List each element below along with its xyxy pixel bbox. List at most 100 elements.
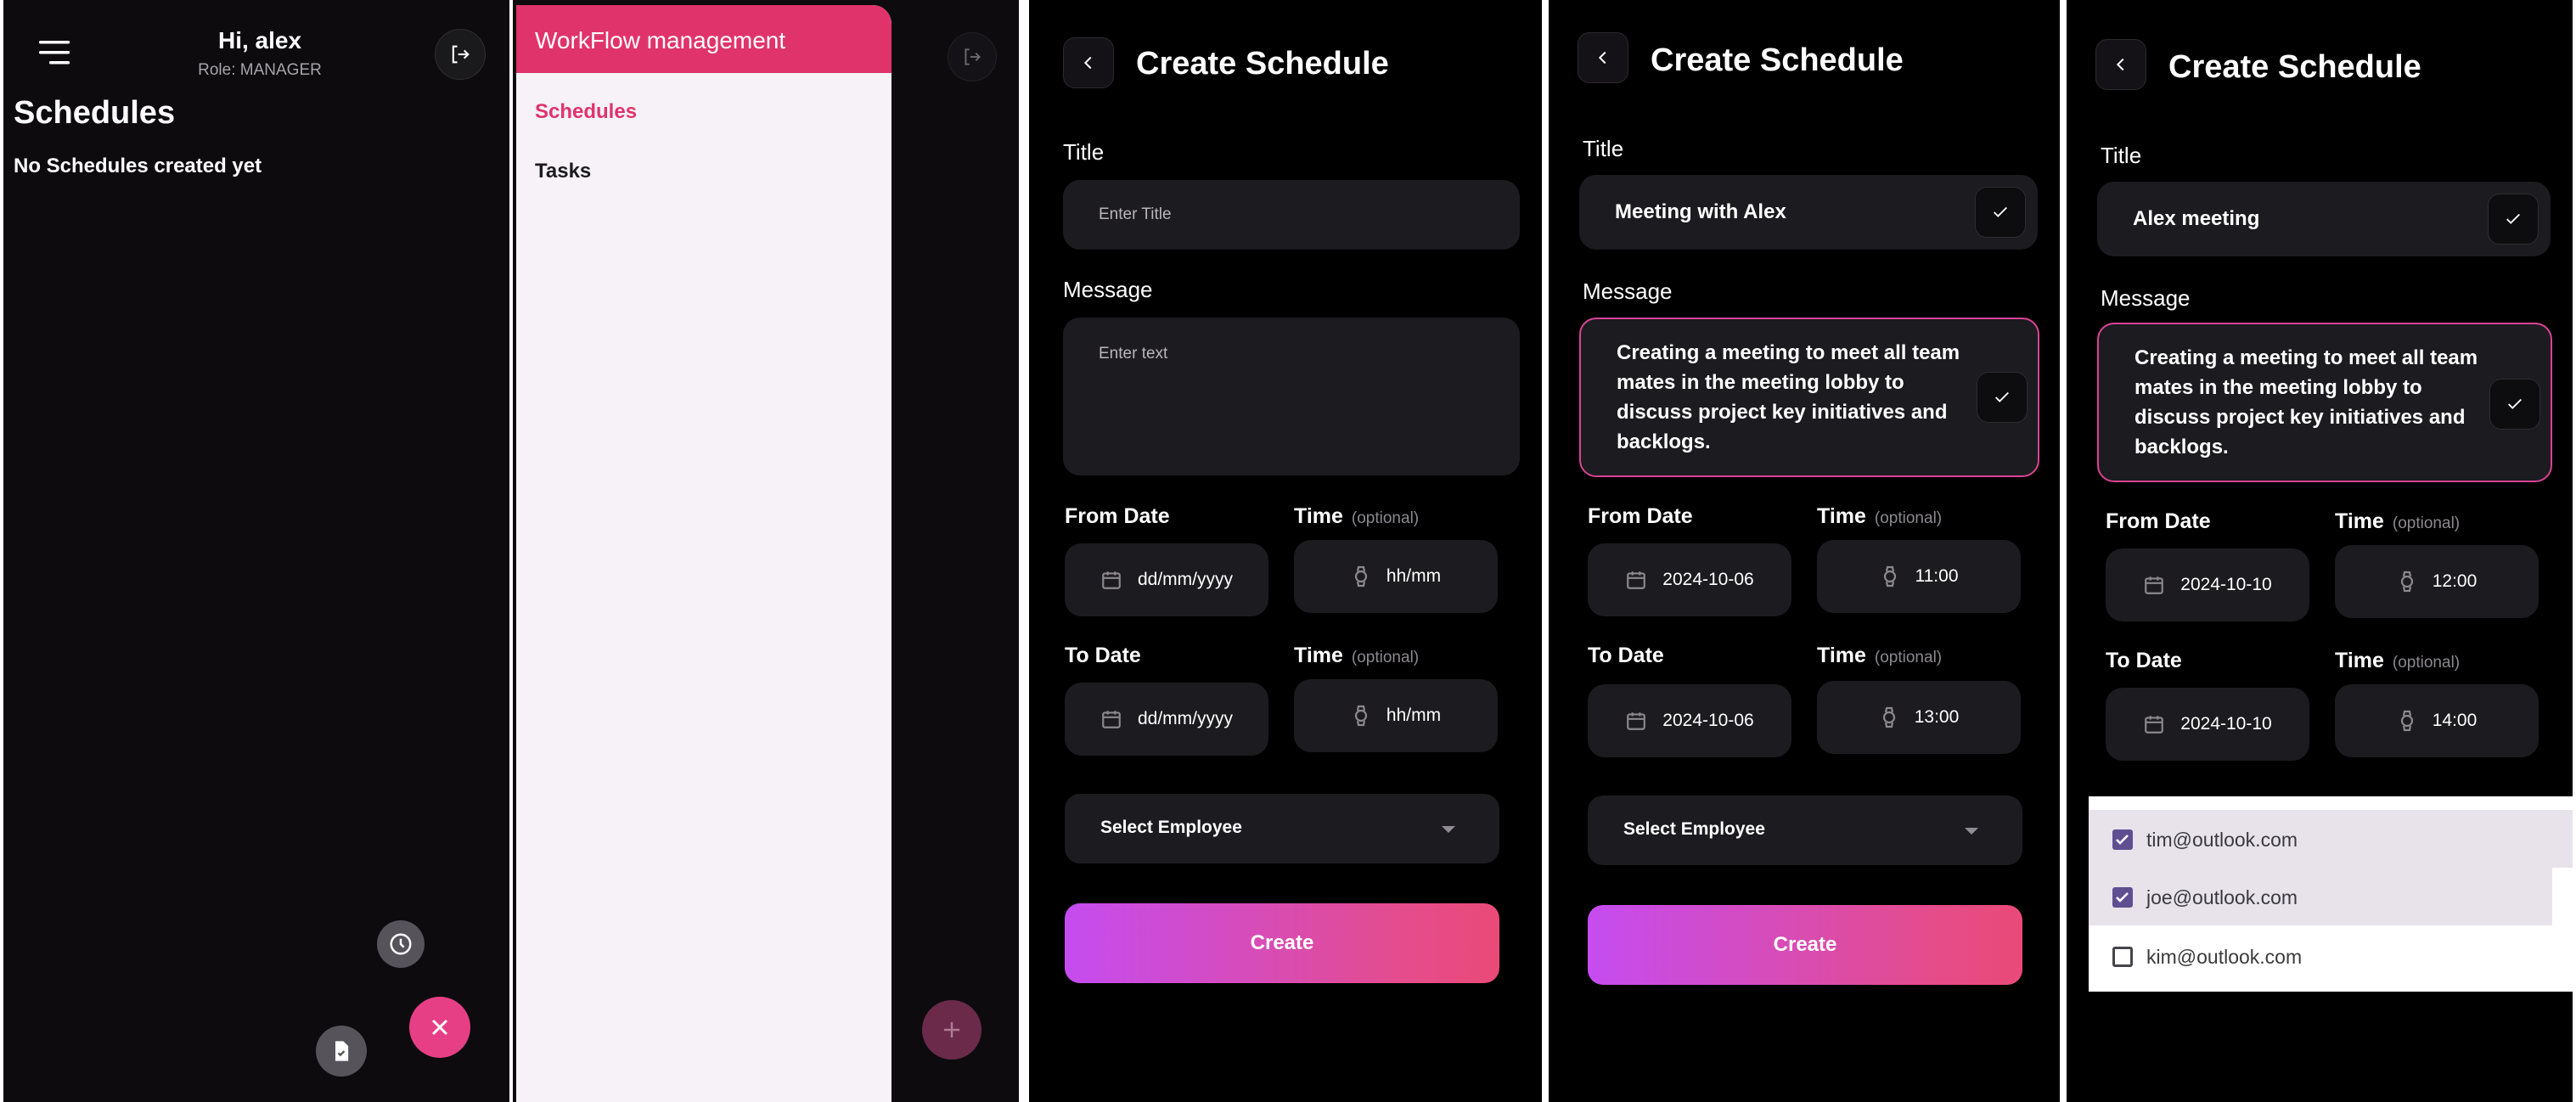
- back-button[interactable]: [2095, 39, 2146, 90]
- from-time-value: 12:00: [2432, 571, 2478, 591]
- optional-hint: (optional): [2392, 514, 2461, 532]
- dropdown-arrow-icon: [1965, 828, 1978, 835]
- confirm-message-button[interactable]: [2489, 379, 2540, 430]
- to-date-picker[interactable]: 2024-10-06: [1588, 684, 1791, 757]
- task-fab[interactable]: [316, 1026, 367, 1077]
- from-date-value: 2024-10-06: [1662, 570, 1754, 589]
- from-time-picker[interactable]: hh/mm: [1294, 540, 1498, 613]
- page-title: Create Schedule: [1651, 42, 1904, 78]
- select-employee-dropdown[interactable]: Select Employee: [1065, 794, 1499, 863]
- create-button[interactable]: Create: [1065, 903, 1499, 983]
- confirm-title-button[interactable]: [1975, 187, 2026, 238]
- title-input[interactable]: Meeting with Alex: [1579, 175, 2038, 250]
- employee-option[interactable]: tim@outlook.com: [2089, 810, 2573, 868]
- checkbox-checked-icon[interactable]: [2112, 887, 2133, 908]
- to-time-picker[interactable]: 13:00: [1817, 681, 2021, 754]
- calendar-icon: [2145, 716, 2164, 734]
- watch-icon: [2400, 710, 2413, 732]
- drawer-screen: WorkFlow management Schedules Tasks: [513, 0, 1022, 1102]
- back-button[interactable]: [1578, 32, 1628, 83]
- logout-button[interactable]: [435, 29, 486, 80]
- employee-option[interactable]: kim@outlook.com: [2089, 927, 2573, 985]
- to-time-picker[interactable]: 14:00: [2335, 684, 2539, 757]
- to-date-picker[interactable]: dd/mm/yyyy: [1065, 683, 1268, 756]
- to-date-label: To Date: [1065, 644, 1141, 667]
- message-input[interactable]: Creating a meeting to meet all team mate…: [2097, 323, 2552, 482]
- to-time-value: 14:00: [2432, 711, 2478, 730]
- from-time-label: Time (optional): [1294, 504, 1419, 529]
- title-value: Alex meeting: [2133, 207, 2260, 230]
- to-time-label: Time (optional): [1817, 644, 1942, 668]
- from-time-picker[interactable]: 12:00: [2335, 545, 2539, 618]
- checkbox-unchecked-icon[interactable]: [2112, 947, 2133, 967]
- to-date-label: To Date: [2106, 649, 2182, 672]
- from-date-picker[interactable]: dd/mm/yyyy: [1065, 543, 1268, 616]
- from-date-label: From Date: [2106, 509, 2211, 533]
- calendar-icon: [1627, 571, 1646, 589]
- from-time-value: 11:00: [1915, 566, 1959, 586]
- from-time-label: Time (optional): [2335, 509, 2460, 534]
- from-time-label: Time (optional): [1817, 504, 1942, 529]
- select-employee-label: Select Employee: [1623, 819, 1765, 839]
- optional-hint: (optional): [1351, 649, 1420, 666]
- schedule-fab[interactable]: [377, 920, 425, 968]
- from-date-label: From Date: [1065, 504, 1170, 528]
- to-date-value: 2024-10-10: [2180, 714, 2272, 734]
- title-label: Title: [1583, 136, 1624, 161]
- watch-icon: [1354, 705, 1368, 727]
- drawer-item-tasks[interactable]: Tasks: [535, 160, 591, 183]
- to-time-label: Time (optional): [1294, 644, 1419, 668]
- logout-icon: [965, 48, 981, 65]
- title-label: Title: [1063, 139, 1105, 165]
- chevron-left-icon: [2116, 58, 2124, 71]
- create-schedule-empty: Create Schedule Title Enter Title Messag…: [1026, 0, 1545, 1102]
- message-value: Creating a meeting to meet all team mate…: [2134, 346, 2478, 458]
- from-date-picker[interactable]: 2024-10-06: [1588, 543, 1791, 616]
- calendar-icon: [1627, 712, 1646, 730]
- to-time-picker[interactable]: hh/mm: [1294, 679, 1498, 752]
- from-date-label: From Date: [1588, 504, 1693, 528]
- from-date-value: 2024-10-10: [2180, 575, 2272, 594]
- create-schedule-filled: Create Schedule Title Meeting with Alex …: [1545, 0, 2063, 1102]
- checkbox-checked-icon[interactable]: [2112, 829, 2133, 850]
- employee-option[interactable]: joe@outlook.com: [2089, 868, 2552, 925]
- employee-dropdown-menu: tim@outlook.com joe@outlook.com kim@outl…: [2089, 796, 2573, 992]
- from-date-picker[interactable]: 2024-10-10: [2106, 548, 2309, 621]
- create-button[interactable]: Create: [1588, 905, 2022, 985]
- watch-icon: [1882, 706, 1895, 728]
- title-input[interactable]: Enter Title: [1063, 180, 1520, 250]
- time-label: Time: [1294, 644, 1343, 667]
- time-label: Time: [1294, 504, 1343, 528]
- message-label: Message: [1063, 277, 1153, 302]
- to-date-picker[interactable]: 2024-10-10: [2106, 688, 2309, 761]
- calendar-icon: [1102, 711, 1121, 728]
- title-value: Meeting with Alex: [1615, 200, 1786, 223]
- message-placeholder: Enter text: [1099, 345, 1168, 363]
- confirm-title-button[interactable]: [2488, 194, 2539, 245]
- back-button[interactable]: [1063, 37, 1114, 88]
- message-input[interactable]: Enter text: [1063, 318, 1520, 475]
- select-employee-dropdown[interactable]: Select Employee: [1588, 796, 2022, 865]
- time-label: Time: [2335, 649, 2384, 672]
- message-value: Creating a meeting to meet all team mate…: [1617, 341, 1960, 453]
- dropdown-arrow-icon: [1442, 826, 1455, 833]
- title-label: Title: [2101, 143, 2142, 168]
- message-input[interactable]: Creating a meeting to meet all team mate…: [1579, 318, 2039, 477]
- time-label: Time: [1817, 504, 1866, 528]
- check-icon: [2508, 398, 2522, 409]
- watch-icon: [1883, 565, 1896, 588]
- document-check-icon: [335, 1041, 349, 1061]
- close-icon: [431, 1019, 448, 1036]
- title-input[interactable]: Alex meeting: [2097, 182, 2551, 256]
- from-date-value: dd/mm/yyyy: [1137, 570, 1233, 589]
- empty-state-message: No Schedules created yet: [14, 155, 262, 177]
- to-date-value: 2024-10-06: [1662, 711, 1754, 730]
- drawer-item-schedules[interactable]: Schedules: [535, 100, 637, 124]
- close-fab[interactable]: [409, 997, 470, 1058]
- from-time-picker[interactable]: 11:00: [1817, 540, 2021, 613]
- drawer-title: WorkFlow management: [535, 27, 786, 53]
- confirm-message-button[interactable]: [1977, 372, 2028, 423]
- optional-hint: (optional): [1874, 649, 1943, 666]
- page-title: Schedules: [14, 95, 176, 131]
- time-label: Time: [1817, 644, 1866, 667]
